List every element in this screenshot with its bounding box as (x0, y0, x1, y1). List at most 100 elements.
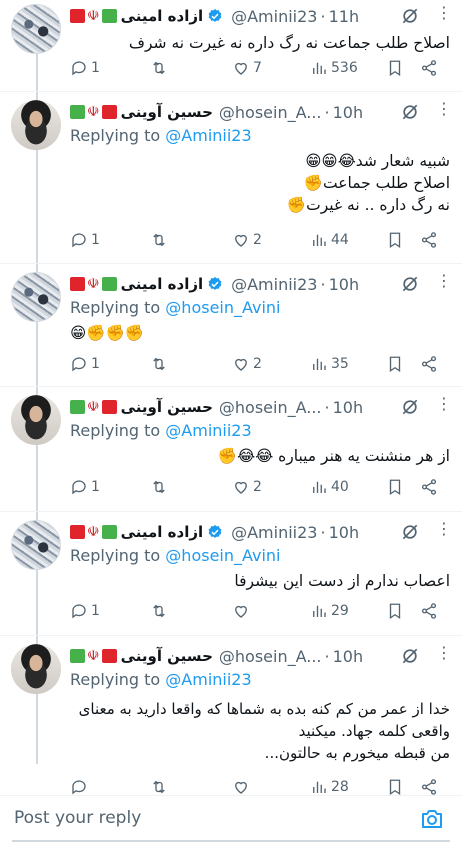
reply-icon (72, 604, 86, 619)
timestamp[interactable]: 10h (329, 523, 360, 542)
handle[interactable]: @hosein_A... (219, 647, 322, 666)
like-button[interactable]: 2 (232, 355, 262, 373)
tweet-text: شبیه شعار شد😂😁😁 اصلاح طلب جماعت✊ نه رگ د… (70, 150, 450, 216)
replying-to-label: Replying to (70, 546, 161, 565)
bookmark-button[interactable] (386, 602, 404, 620)
replying-to-mention[interactable]: @Aminii23 (165, 670, 251, 689)
views-button[interactable]: 35 (310, 355, 349, 373)
views-button[interactable]: 44 (310, 231, 349, 249)
views-button[interactable]: 28 (310, 778, 349, 795)
display-name[interactable]: حسین آوینی (121, 398, 213, 416)
handle[interactable]: @Aminii23 (231, 275, 317, 294)
share-button[interactable] (420, 602, 438, 620)
tweet[interactable]: ☫ ازاده امینی @Aminii23 · 10h ⋮ Replying… (0, 512, 462, 636)
tweet[interactable]: ☫ ازاده امینی @Aminii23 · 11h ⋮ اصلاح طل… (0, 0, 462, 92)
grok-icon[interactable] (400, 397, 420, 417)
grok-icon[interactable] (400, 6, 420, 26)
like-button[interactable] (232, 602, 253, 620)
retweet-button[interactable] (150, 778, 171, 795)
like-count: 2 (253, 232, 262, 248)
avatar[interactable] (11, 272, 61, 322)
display-name[interactable]: ازاده امینی (121, 523, 204, 541)
retweet-button[interactable] (150, 355, 171, 373)
action-bar: 28 (70, 778, 448, 795)
views-icon (313, 781, 326, 793)
views-button[interactable]: 40 (310, 478, 349, 496)
more-options-icon[interactable]: ⋮ (436, 99, 452, 118)
more-options-icon[interactable]: ⋮ (436, 519, 452, 538)
share-button[interactable] (420, 355, 438, 373)
share-button[interactable] (420, 478, 438, 496)
avatar[interactable] (11, 4, 61, 54)
timestamp[interactable]: 11h (329, 7, 360, 26)
more-options-icon[interactable]: ⋮ (436, 3, 452, 22)
bookmark-button[interactable] (386, 778, 404, 795)
tweet-text-line: اعصاب ندارم از دست این بیشرفا (234, 572, 450, 590)
bookmark-button[interactable] (386, 59, 404, 77)
reply-button[interactable] (70, 778, 91, 795)
display-name[interactable]: ازاده امینی (121, 7, 204, 25)
avatar[interactable] (11, 520, 61, 570)
view-count: 40 (331, 479, 349, 495)
retweet-button[interactable] (150, 59, 171, 77)
grok-icon[interactable] (400, 646, 420, 666)
timestamp[interactable]: 10h (333, 103, 364, 122)
tweet[interactable]: ☫ حسین آوینی @hosein_A... · 10h ⋮ Replyi… (0, 636, 462, 795)
avatar[interactable] (11, 644, 61, 694)
timestamp[interactable]: 10h (333, 398, 364, 417)
display-name[interactable]: حسین آوینی (121, 647, 213, 665)
avatar[interactable] (11, 395, 61, 445)
share-button[interactable] (420, 59, 438, 77)
replying-to-mention[interactable]: @Aminii23 (165, 421, 251, 440)
view-count: 536 (331, 60, 358, 76)
tweet[interactable]: ☫ حسین آوینی @hosein_A... · 10h ⋮ Replyi… (0, 387, 462, 512)
grok-icon[interactable] (400, 102, 420, 122)
display-name[interactable]: ازاده امینی (121, 275, 204, 293)
grok-icon[interactable] (400, 274, 420, 294)
handle[interactable]: @hosein_A... (219, 103, 322, 122)
views-button[interactable]: 29 (310, 602, 349, 620)
reply-input[interactable]: Post your reply (14, 808, 141, 828)
tweet-text: اعصاب ندارم از دست این بیشرفا (70, 570, 450, 592)
avatar[interactable] (11, 100, 61, 150)
bookmark-button[interactable] (386, 478, 404, 496)
bookmark-button[interactable] (386, 231, 404, 249)
more-options-icon[interactable]: ⋮ (436, 271, 452, 290)
like-button[interactable]: 2 (232, 478, 262, 496)
camera-icon[interactable] (420, 807, 444, 831)
replying-to-mention[interactable]: @Aminii23 (165, 126, 251, 145)
views-button[interactable]: 536 (310, 59, 358, 77)
handle[interactable]: @hosein_A... (219, 398, 322, 417)
retweet-button[interactable] (150, 602, 171, 620)
like-button[interactable]: 7 (232, 59, 262, 77)
tweet-text-line: اصلاح طلب جماعت نه رگ داره نه غیرت نه شر… (128, 34, 450, 52)
retweet-button[interactable] (150, 231, 171, 249)
timestamp[interactable]: 10h (329, 275, 360, 294)
flag-emoji-group: ☫ (70, 648, 117, 664)
reply-button[interactable]: 1 (70, 602, 100, 620)
reply-button[interactable]: 1 (70, 478, 100, 496)
like-button[interactable] (232, 778, 253, 795)
reply-button[interactable]: 1 (70, 355, 100, 373)
display-name[interactable]: حسین آوینی (121, 103, 213, 121)
more-options-icon[interactable]: ⋮ (436, 394, 452, 413)
handle[interactable]: @Aminii23 (231, 7, 317, 26)
reply-button[interactable]: 1 (70, 231, 100, 249)
reply-icon (72, 357, 86, 372)
views-icon (313, 605, 326, 617)
share-icon (421, 356, 437, 372)
replying-to-mention[interactable]: @hosein_Avini (165, 298, 280, 317)
tweet[interactable]: ☫ ازاده امینی @Aminii23 · 10h ⋮ Replying… (0, 264, 462, 387)
share-button[interactable] (420, 231, 438, 249)
tweet[interactable]: ☫ حسین آوینی @hosein_A... · 10h ⋮ Replyi… (0, 92, 462, 264)
more-options-icon[interactable]: ⋮ (436, 643, 452, 662)
replying-to-mention[interactable]: @hosein_Avini (165, 546, 280, 565)
retweet-button[interactable] (150, 478, 171, 496)
reply-button[interactable]: 1 (70, 59, 100, 77)
bookmark-button[interactable] (386, 355, 404, 373)
share-button[interactable] (420, 778, 438, 795)
timestamp[interactable]: 10h (333, 647, 364, 666)
handle[interactable]: @Aminii23 (231, 523, 317, 542)
grok-icon[interactable] (400, 522, 420, 542)
like-button[interactable]: 2 (232, 231, 262, 249)
